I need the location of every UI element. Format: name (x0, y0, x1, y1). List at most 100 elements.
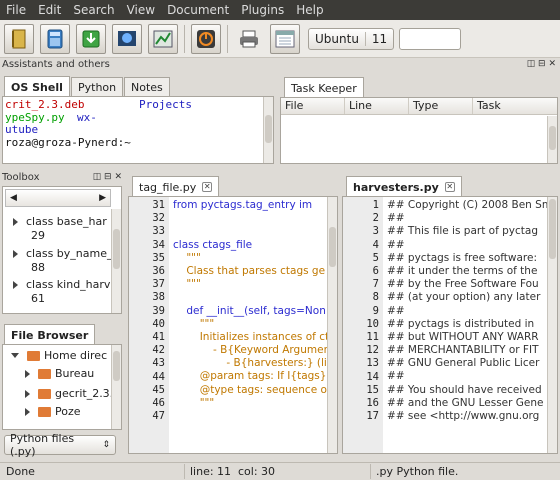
tree-item-bureau[interactable]: Bureau (25, 367, 94, 380)
toolbox-item[interactable]: class by_name_ (13, 247, 113, 260)
notebook-button[interactable] (4, 23, 34, 54)
tab-python-label: Python (78, 81, 117, 94)
column-header-type[interactable]: Type (409, 98, 473, 114)
panel-controls-icon[interactable]: ◫ ⊟ ✕ (527, 59, 556, 69)
scroll-thumb[interactable] (549, 199, 556, 259)
column-header-file[interactable]: File (281, 98, 345, 114)
line-number: 13 (366, 357, 379, 370)
os-shell-panel[interactable]: crit_2.3.deb Projects ypeSpy.py wx- utube … (2, 96, 274, 164)
line-number: 12 (366, 344, 379, 357)
toolbox-item[interactable]: class kind_harv (13, 278, 110, 291)
tab-os-shell[interactable]: OS Shell (4, 76, 70, 97)
file-browser-scrollbar[interactable] (111, 345, 121, 429)
line-number: 41 (152, 331, 165, 344)
status-divider (370, 464, 371, 479)
expand-arrow-icon[interactable] (25, 389, 30, 398)
tab-tag-file[interactable]: tag_file.py ✕ (132, 176, 220, 197)
menu-file[interactable]: File (0, 3, 32, 17)
code-line: ## see <http://www.gnu.org (387, 410, 540, 422)
task-scrollbar[interactable] (547, 116, 557, 163)
chart-button[interactable] (148, 23, 178, 54)
globe-button[interactable] (112, 23, 142, 54)
code-line: ## it under the terms of the (387, 264, 538, 277)
code-line: Initializes instances of ct (173, 330, 327, 343)
code-line: ## Copyright (C) 2008 Ben Sm (387, 199, 547, 211)
collapse-arrow-icon[interactable] (11, 353, 19, 358)
code-line: ## You should have received (387, 383, 542, 396)
code-area[interactable]: ## Copyright (C) 2008 Ben Sm ## ## This fi… (387, 199, 547, 453)
editor-left[interactable]: 31 32 33 34 35 36 37 38 39 40 41 42 43 44 45 46 47 from … (128, 196, 338, 454)
calendar-button[interactable] (270, 23, 300, 54)
panel-controls-icon[interactable]: ◫ ⊟ ✕ (93, 172, 122, 182)
number-field[interactable] (399, 27, 462, 50)
tab-harvesters[interactable]: harvesters.py ✕ (346, 176, 462, 197)
expand-arrow-icon[interactable] (13, 249, 18, 258)
file-browser-panel: Home direc Bureau gecrit_2.3. Poze (2, 344, 122, 430)
download-button[interactable] (76, 23, 106, 54)
editor-right-scrollbar[interactable] (547, 197, 557, 453)
style-combo[interactable]: Ubuntu 11 (308, 27, 395, 50)
close-tab-icon[interactable]: ✕ (444, 182, 455, 192)
tab-file-browser[interactable]: File Browser (4, 324, 96, 345)
editor-left-scrollbar[interactable] (327, 197, 337, 453)
scroll-thumb[interactable] (329, 227, 336, 267)
menu-help[interactable]: Help (290, 3, 329, 17)
scroll-thumb[interactable] (113, 351, 120, 381)
shell-dir-text: wx- (77, 110, 97, 124)
line-number: 6 (372, 265, 379, 278)
line-number: 44 (152, 370, 165, 383)
tree-item-gecrit[interactable]: gecrit_2.3. (25, 387, 113, 400)
column-header-line[interactable]: Line (345, 98, 409, 114)
line-number: 16 (366, 397, 379, 410)
expand-arrow-icon[interactable] (25, 407, 30, 416)
power-button[interactable] (191, 23, 221, 54)
menu-search[interactable]: Search (67, 3, 120, 17)
expand-arrow-icon[interactable] (25, 369, 30, 378)
line-number: 8 (372, 291, 379, 304)
code-line: from pyctags.tag_entry im (173, 199, 313, 211)
column-header-task[interactable]: Task (473, 98, 557, 114)
tab-task-keeper[interactable]: Task Keeper (284, 77, 364, 98)
globe-icon (118, 30, 136, 46)
power-icon (197, 29, 215, 48)
file-filter-combo[interactable]: Python files (.py) ⇕ (4, 432, 116, 458)
menu-view[interactable]: View (121, 3, 161, 17)
line-number: 4 (372, 238, 379, 251)
toolbar-separator (227, 24, 228, 53)
folder-icon (38, 406, 51, 417)
code-line: ## (387, 238, 405, 251)
line-number-gutter: 1 2 3 4 5 6 7 8 9 10 11 12 13 14 15 16 17 (343, 197, 383, 453)
code-line: ## but WITHOUT ANY WARR (387, 330, 539, 343)
print-button[interactable] (234, 24, 264, 54)
calculator-button[interactable] (40, 23, 70, 54)
shell-scrollbar[interactable] (263, 97, 273, 163)
scroll-thumb[interactable] (265, 115, 272, 143)
tree-item-poze[interactable]: Poze (25, 405, 81, 418)
expand-arrow-icon[interactable] (13, 217, 18, 226)
scroll-left-icon[interactable]: ◀ (10, 193, 17, 203)
calendar-icon (275, 30, 295, 47)
code-line: ## (387, 304, 405, 317)
scroll-thumb[interactable] (549, 126, 556, 150)
tree-item-home[interactable]: Home direc (11, 349, 107, 362)
line-number: 47 (152, 410, 165, 423)
menu-document[interactable]: Document (161, 3, 235, 17)
expand-arrow-icon[interactable] (13, 280, 18, 289)
line-number: 1 (372, 199, 379, 211)
line-number: 32 (152, 212, 165, 225)
scroll-thumb[interactable] (113, 229, 120, 269)
toolbox-scrollbar[interactable] (111, 209, 121, 313)
close-tab-icon[interactable]: ✕ (202, 182, 213, 192)
line-number: 3 (372, 225, 379, 238)
code-area[interactable]: from pyctags.tag_entry im class ctags_fil… (173, 199, 327, 453)
menu-edit[interactable]: Edit (32, 3, 67, 17)
toolbox-item[interactable]: class base_har (13, 215, 107, 228)
toolbox-scroll-bar[interactable]: ◀ ▶ (5, 189, 111, 207)
menu-plugins[interactable]: Plugins (235, 3, 290, 17)
line-number: 31 (152, 199, 165, 211)
editor-right[interactable]: 1 2 3 4 5 6 7 8 9 10 11 12 13 14 15 16 17 ## Copyright (… (342, 196, 558, 454)
tab-python[interactable]: Python (71, 77, 124, 97)
scroll-right-icon[interactable]: ▶ (99, 193, 106, 203)
tab-notes[interactable]: Notes (124, 77, 170, 97)
